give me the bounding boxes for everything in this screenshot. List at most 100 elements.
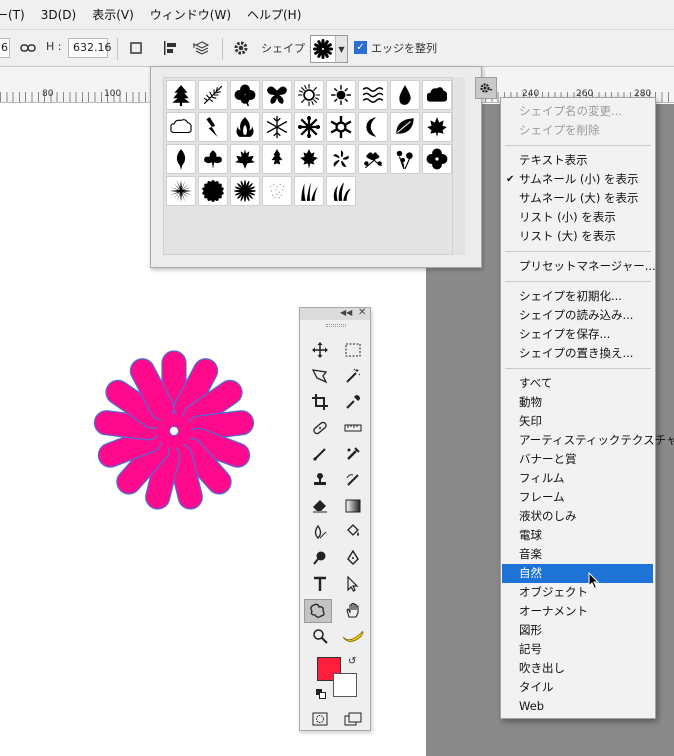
flower-2-icon[interactable] [358, 144, 388, 174]
ruler-tool-icon[interactable] [341, 417, 365, 439]
pen-tool-icon[interactable] [341, 547, 365, 569]
menu-item-nature[interactable]: 自然 [502, 564, 653, 583]
snowflake-3-icon[interactable] [326, 112, 356, 142]
daisy-icon[interactable] [198, 176, 228, 206]
context-menu-item[interactable]: プリセットマネージャー... [501, 257, 656, 276]
context-menu-item[interactable]: フレーム [501, 488, 655, 507]
context-menu-item[interactable]: 音楽 [501, 545, 655, 564]
quick-mask-icon[interactable] [308, 708, 332, 730]
context-menu-item[interactable]: 吹き出し [501, 659, 655, 678]
leaf-3-icon[interactable] [198, 144, 228, 174]
background-color-swatch[interactable] [333, 673, 357, 697]
raindrop-icon[interactable] [390, 80, 420, 110]
context-menu-item[interactable]: 動物 [501, 393, 655, 412]
menu-type[interactable]: ー(T) [0, 0, 33, 30]
type-tool-icon[interactable] [308, 573, 332, 595]
menu-3d[interactable]: 3D(D) [33, 0, 84, 30]
snowflake-icon[interactable] [262, 112, 292, 142]
clone-stamp-icon[interactable] [308, 469, 332, 491]
starburst-icon[interactable] [166, 176, 196, 206]
width-field[interactable]: 6 [0, 38, 10, 58]
context-menu-item[interactable]: リスト (大) を表示 [501, 227, 655, 246]
leaf-5-icon[interactable] [294, 144, 324, 174]
context-menu-item[interactable]: Web [501, 697, 655, 716]
clover-icon[interactable] [230, 80, 260, 110]
daisy-2-icon[interactable] [230, 176, 260, 206]
context-menu-item[interactable]: フィルム [501, 469, 655, 488]
context-menu-item[interactable]: 矢印 [501, 412, 655, 431]
paint-bucket-icon[interactable] [341, 521, 365, 543]
brush-tool-icon[interactable] [308, 443, 332, 465]
height-field[interactable]: 632.16 [68, 38, 112, 58]
eyedropper-icon[interactable] [341, 391, 365, 413]
grip-handle[interactable] [326, 324, 346, 327]
tools-panel-header[interactable]: ◀◀ ✕ [300, 307, 370, 320]
leaf-2-icon[interactable] [166, 144, 196, 174]
context-menu-item[interactable]: リスト (小) を表示 [501, 208, 655, 227]
sun-small-icon[interactable] [326, 80, 356, 110]
snowflake-2-icon[interactable] [294, 112, 324, 142]
cloud-outline-icon[interactable] [166, 112, 196, 142]
leaf-icon[interactable] [390, 112, 420, 142]
swap-colors-icon[interactable]: ↺ [348, 656, 356, 667]
context-menu-item[interactable]: オブジェクト [501, 583, 655, 602]
context-menu-item[interactable]: シェイプを保存... [501, 325, 655, 344]
crop-tool-icon[interactable] [308, 391, 332, 413]
context-menu-item[interactable]: 液状のしみ [501, 507, 655, 526]
menu-help[interactable]: ヘルプ(H) [239, 0, 309, 30]
tree-icon[interactable] [166, 80, 196, 110]
fern-icon[interactable] [198, 80, 228, 110]
leaf-4-icon[interactable] [262, 144, 292, 174]
hand-tool-icon[interactable] [341, 599, 365, 621]
context-menu-item[interactable]: ✔ サムネール (小) を表示 [501, 170, 655, 189]
collapse-icon[interactable]: ◀◀ [340, 308, 352, 317]
custom-shape-tool-icon[interactable] [304, 599, 332, 623]
flower-3-icon[interactable] [390, 144, 420, 174]
context-menu-item[interactable]: すべて [501, 374, 655, 393]
butterfly-icon[interactable] [262, 80, 292, 110]
context-menu-item[interactable]: オーナメント [501, 602, 655, 621]
context-menu-item[interactable]: 電球 [501, 526, 655, 545]
grass-2-icon[interactable] [326, 176, 356, 206]
context-menu-item[interactable]: バナーと賞 [501, 450, 655, 469]
path-operations-icon[interactable] [126, 38, 146, 58]
marquee-tool-icon[interactable] [341, 339, 365, 361]
flower-4-icon[interactable] [422, 144, 452, 174]
fire-icon[interactable] [230, 112, 260, 142]
align-edges-checkbox[interactable]: ✓ [354, 41, 367, 54]
gear-icon[interactable] [231, 38, 251, 58]
path-arrangement-icon[interactable] [192, 38, 212, 58]
context-menu-item[interactable]: アーティスティックテクスチャ [501, 431, 674, 450]
history-brush-icon[interactable] [341, 469, 365, 491]
context-menu-item[interactable]: シェイプを初期化... [501, 287, 655, 306]
gradient-tool-icon[interactable] [341, 495, 365, 517]
grass-dots-icon[interactable] [262, 176, 292, 206]
mixer-brush-icon[interactable] [341, 443, 365, 465]
sun-icon[interactable] [294, 80, 324, 110]
close-icon[interactable]: ✕ [358, 307, 366, 318]
maple-leaf-2-icon[interactable] [230, 144, 260, 174]
healing-brush-icon[interactable] [308, 417, 332, 439]
zoom-tool-icon[interactable] [308, 625, 332, 647]
context-menu-item[interactable]: 記号 [501, 640, 655, 659]
cloud-icon[interactable] [422, 80, 452, 110]
chevron-down-icon[interactable]: ▼ [335, 36, 347, 62]
flower-shape[interactable] [88, 348, 260, 514]
waves-icon[interactable] [358, 80, 388, 110]
lightning-icon[interactable] [198, 112, 228, 142]
shape-scrollbar[interactable] [453, 77, 465, 255]
dodge-tool-icon[interactable] [308, 547, 332, 569]
default-colors-icon[interactable] [316, 688, 326, 699]
menu-window[interactable]: ウィンドウ(W) [142, 0, 239, 30]
menu-view[interactable]: 表示(V) [84, 0, 142, 30]
move-tool-icon[interactable] [308, 339, 332, 361]
maple-leaf-icon[interactable] [422, 112, 452, 142]
panel-menu-gear-button[interactable] [475, 77, 497, 99]
magic-wand-icon[interactable] [341, 365, 365, 387]
path-alignment-icon[interactable] [160, 38, 180, 58]
eraser-icon[interactable] [308, 495, 332, 517]
path-selection-icon[interactable] [341, 573, 365, 595]
flower-icon[interactable] [326, 144, 356, 174]
context-menu-item[interactable]: テキスト表示 [501, 151, 655, 170]
context-menu-item[interactable]: タイル [501, 678, 655, 697]
